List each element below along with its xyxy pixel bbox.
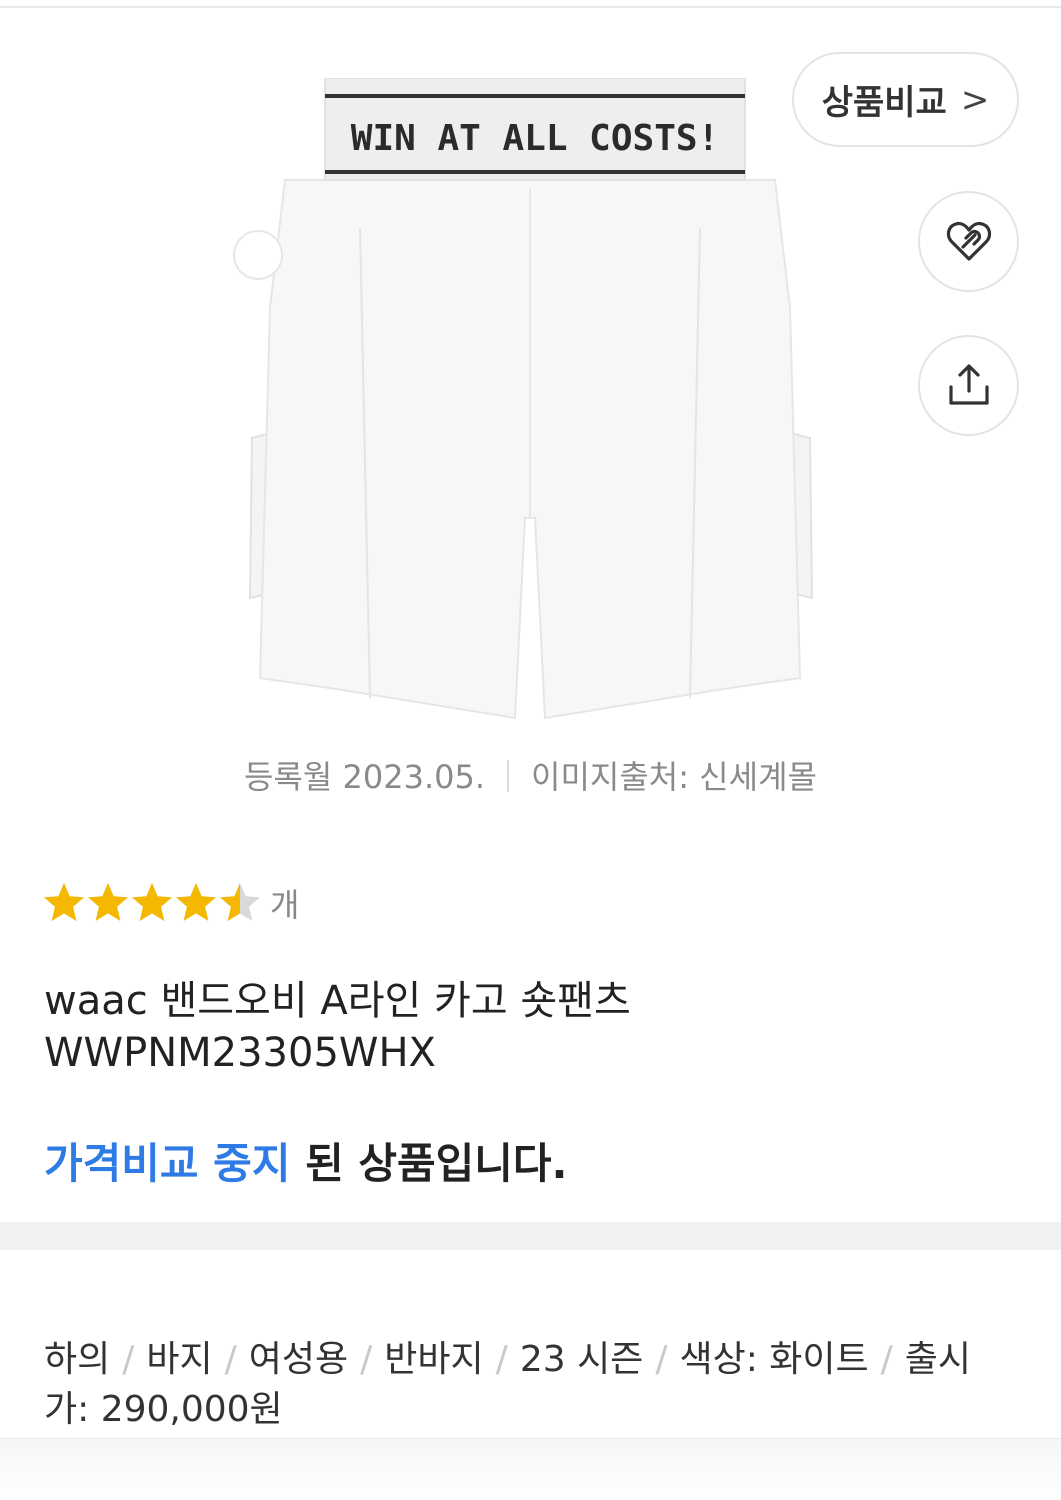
meta-separator bbox=[507, 760, 510, 792]
notice-highlight: 가격비교 중지 bbox=[44, 1139, 291, 1188]
star-icon bbox=[176, 883, 216, 921]
heart-link-icon bbox=[946, 221, 991, 261]
product-image[interactable]: WIN AT ALL COSTS! bbox=[210, 78, 850, 728]
star-icon bbox=[132, 883, 172, 921]
spec-item: 색상: 화이트 bbox=[679, 1339, 869, 1380]
price-compare-notice: 가격비교 중지 된 상품입니다. bbox=[44, 1130, 568, 1191]
spec-separator: / bbox=[880, 1339, 893, 1380]
spec-separator: / bbox=[122, 1339, 135, 1380]
section-divider bbox=[0, 1222, 1061, 1250]
rating[interactable]: 개 bbox=[42, 880, 299, 926]
compare-label: 상품비교 bbox=[821, 83, 947, 123]
share-button[interactable] bbox=[918, 335, 1019, 436]
waistband-text: WIN AT ALL COSTS! bbox=[351, 118, 719, 159]
spec-separator: / bbox=[655, 1339, 668, 1380]
wish-button[interactable] bbox=[918, 191, 1019, 292]
product-specs: 하의 / 바지 / 여성용 / 반바지/23 시즌 / 색상: 화이트 / 출시가: 290,000… bbox=[44, 1335, 1004, 1435]
compare-button[interactable]: 상품비교 > bbox=[792, 52, 1019, 147]
image-source: 이미지출처: 신세계몰 bbox=[531, 758, 817, 796]
star-icon bbox=[220, 883, 260, 921]
star-rating bbox=[42, 881, 262, 925]
spec-item: 23 시즌 bbox=[519, 1339, 644, 1380]
product-title: waac 밴드오비 A라인 카고 숏팬츠 WWPNM23305WHX bbox=[44, 975, 631, 1079]
review-count: 개 bbox=[270, 886, 300, 924]
bottom-bar bbox=[0, 1438, 1061, 1500]
spec-item: 하의 bbox=[44, 1339, 111, 1380]
spec-item: 여성용 bbox=[248, 1339, 349, 1380]
product-meta: 등록월 2023.05. 이미지출처: 신세계몰 bbox=[0, 752, 1061, 798]
spec-separator: / bbox=[224, 1339, 237, 1380]
chevron-right-icon: > bbox=[960, 79, 990, 120]
share-icon bbox=[948, 363, 989, 405]
spec-separator: / bbox=[495, 1339, 508, 1380]
product-name: waac 밴드오비 A라인 카고 숏팬츠 bbox=[44, 978, 631, 1024]
product-code: WWPNM23305WHX bbox=[44, 1030, 436, 1076]
image-pager-dot[interactable] bbox=[233, 230, 283, 280]
spec-separator: / bbox=[360, 1339, 373, 1380]
star-icon bbox=[88, 883, 128, 921]
star-icon bbox=[44, 883, 84, 921]
spec-item: 바지 bbox=[146, 1339, 213, 1380]
notice-text: 된 상품입니다. bbox=[290, 1139, 568, 1188]
spec-item: 반바지 bbox=[384, 1339, 484, 1380]
registered-date: 등록월 2023.05. bbox=[244, 758, 486, 796]
